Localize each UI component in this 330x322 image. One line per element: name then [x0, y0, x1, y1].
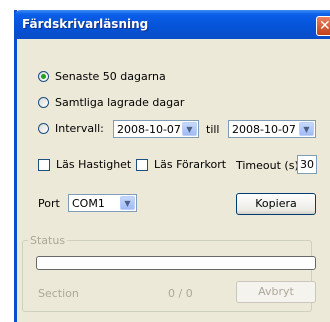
from-date-value: 2008-10-07: [117, 122, 181, 136]
radio-all-stored-days[interactable]: Samtliga lagrade dagar: [38, 96, 184, 109]
status-group-label: Status: [28, 234, 68, 247]
from-date-picker[interactable]: 2008-10-07 ▼: [113, 120, 199, 138]
radio-interval[interactable]: Intervall:: [38, 122, 104, 135]
checkbox-label: Läs Hastighet: [56, 158, 132, 171]
checkbox-read-speed[interactable]: Läs Hastighet: [38, 158, 131, 171]
radio-label: Samtliga lagrade dagar: [55, 96, 185, 109]
section-label: Section: [38, 287, 79, 300]
checkbox[interactable]: [38, 158, 50, 171]
checkbox-label: Läs Förarkort: [154, 158, 227, 171]
till-label: till: [206, 123, 220, 136]
section-counter: 0 / 0: [168, 287, 193, 300]
radio-button[interactable]: [38, 97, 49, 108]
radio-last-50-days[interactable]: Senaste 50 dagarna: [38, 70, 166, 83]
copy-button[interactable]: Kopiera: [236, 193, 316, 215]
window-title: Färdskrivarläsning: [22, 17, 149, 31]
checkbox[interactable]: [136, 158, 148, 171]
chevron-down-icon[interactable]: ▼: [120, 196, 135, 210]
title-bar[interactable]: Färdskrivarläsning ✕: [14, 10, 330, 39]
chevron-down-icon[interactable]: ▼: [182, 122, 197, 136]
port-select[interactable]: COM1 ▼: [68, 194, 137, 212]
close-button[interactable]: ✕: [316, 16, 330, 36]
timeout-input[interactable]: 30: [297, 155, 317, 174]
port-value: COM1: [72, 196, 105, 210]
radio-button[interactable]: [38, 123, 49, 134]
radio-button[interactable]: [38, 71, 49, 82]
progress-bar: [36, 256, 316, 270]
timeout-label: Timeout (s): [236, 159, 299, 172]
checkbox-read-driver-card[interactable]: Läs Förarkort: [136, 158, 226, 171]
port-label: Port: [38, 197, 60, 210]
radio-label: Intervall:: [55, 122, 104, 135]
to-date-value: 2008-10-07: [232, 122, 296, 136]
cancel-button[interactable]: Avbryt: [236, 281, 316, 303]
radio-label: Senaste 50 dagarna: [55, 70, 166, 83]
to-date-picker[interactable]: 2008-10-07 ▼: [228, 120, 316, 138]
chevron-down-icon[interactable]: ▼: [299, 122, 314, 136]
close-icon: ✕: [319, 18, 330, 34]
